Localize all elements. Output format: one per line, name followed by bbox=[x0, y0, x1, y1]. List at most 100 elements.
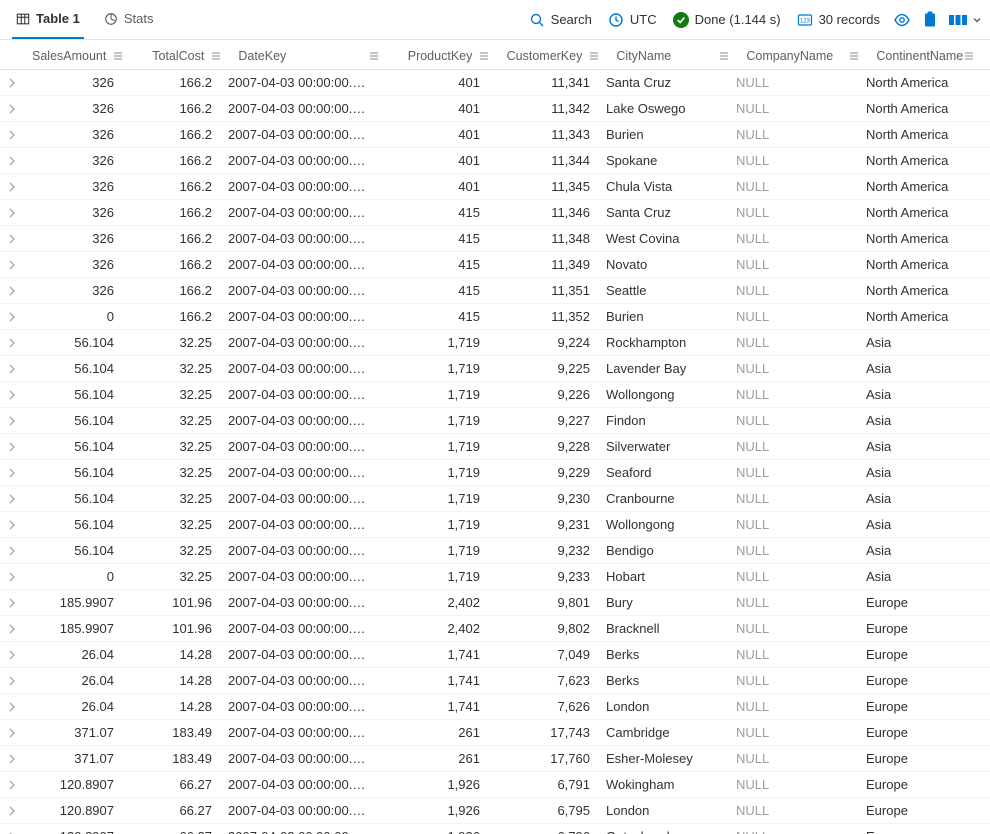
table-row[interactable]: 326166.22007-04-03 00:00:00.000041511,34… bbox=[0, 200, 990, 226]
table-row[interactable]: 326166.22007-04-03 00:00:00.000041511,34… bbox=[0, 226, 990, 252]
column-header-salesamount[interactable]: SalesAmount bbox=[24, 46, 132, 69]
expand-row-button[interactable] bbox=[0, 468, 24, 478]
table-row[interactable]: 56.10432.252007-04-03 00:00:00.00001,719… bbox=[0, 512, 990, 538]
expand-row-button[interactable] bbox=[0, 702, 24, 712]
expand-row-button[interactable] bbox=[0, 572, 24, 582]
table-row[interactable]: 26.0414.282007-04-03 00:00:00.00001,7417… bbox=[0, 668, 990, 694]
cell-productkey: 261 bbox=[378, 751, 488, 766]
cell-totalcost: 166.2 bbox=[122, 127, 220, 142]
table-row[interactable]: 326166.22007-04-03 00:00:00.000040111,34… bbox=[0, 148, 990, 174]
column-menu-icon[interactable] bbox=[848, 50, 860, 62]
expand-row-button[interactable] bbox=[0, 104, 24, 114]
utc-button[interactable]: UTC bbox=[600, 8, 665, 32]
expand-row-button[interactable] bbox=[0, 676, 24, 686]
expand-row-button[interactable] bbox=[0, 130, 24, 140]
expand-row-button[interactable] bbox=[0, 754, 24, 764]
column-header-datekey[interactable]: DateKey bbox=[230, 46, 388, 69]
column-header-companyname[interactable]: CompanyName bbox=[738, 46, 868, 69]
table-row[interactable]: 371.07183.492007-04-03 00:00:00.00002611… bbox=[0, 720, 990, 746]
cell-continentname: North America bbox=[858, 153, 968, 168]
tab-table1[interactable]: Table 1 bbox=[12, 0, 84, 39]
table-row[interactable]: 120.890766.272007-04-03 00:00:00.00001,9… bbox=[0, 798, 990, 824]
color-columns-button[interactable] bbox=[944, 6, 972, 34]
expand-row-button[interactable] bbox=[0, 286, 24, 296]
table-row[interactable]: 56.10432.252007-04-03 00:00:00.00001,719… bbox=[0, 538, 990, 564]
cell-productkey: 1,719 bbox=[378, 569, 488, 584]
table-row[interactable]: 56.10432.252007-04-03 00:00:00.00001,719… bbox=[0, 356, 990, 382]
cell-datekey: 2007-04-03 00:00:00.0000 bbox=[220, 309, 378, 324]
table-row[interactable]: 26.0414.282007-04-03 00:00:00.00001,7417… bbox=[0, 694, 990, 720]
table-row[interactable]: 120.890766.272007-04-03 00:00:00.00001,9… bbox=[0, 772, 990, 798]
search-button[interactable]: Search bbox=[521, 8, 600, 32]
tab-label: Stats bbox=[124, 11, 154, 26]
table-row[interactable]: 56.10432.252007-04-03 00:00:00.00001,719… bbox=[0, 382, 990, 408]
table-row[interactable]: 326166.22007-04-03 00:00:00.000040111,34… bbox=[0, 174, 990, 200]
column-header-cityname[interactable]: CityName bbox=[608, 46, 738, 69]
table-row[interactable]: 56.10432.252007-04-03 00:00:00.00001,719… bbox=[0, 460, 990, 486]
column-menu-icon[interactable] bbox=[718, 50, 730, 62]
table-row[interactable]: 56.10432.252007-04-03 00:00:00.00001,719… bbox=[0, 408, 990, 434]
expand-row-button[interactable] bbox=[0, 182, 24, 192]
cell-customerkey: 11,342 bbox=[488, 101, 598, 116]
expand-row-button[interactable] bbox=[0, 234, 24, 244]
expand-row-button[interactable] bbox=[0, 546, 24, 556]
cell-companyname: NULL bbox=[728, 569, 858, 584]
cell-companyname: NULL bbox=[728, 621, 858, 636]
hide-empty-button[interactable] bbox=[888, 6, 916, 34]
expand-row-button[interactable] bbox=[0, 624, 24, 634]
table-row[interactable]: 56.10432.252007-04-03 00:00:00.00001,719… bbox=[0, 486, 990, 512]
clipboard-button[interactable] bbox=[916, 6, 944, 34]
expand-row-button[interactable] bbox=[0, 780, 24, 790]
records-button[interactable]: 123 30 records bbox=[789, 8, 888, 32]
expand-row-button[interactable] bbox=[0, 416, 24, 426]
table-row[interactable]: 032.252007-04-03 00:00:00.00001,7199,233… bbox=[0, 564, 990, 590]
expand-row-button[interactable] bbox=[0, 442, 24, 452]
column-header-customerkey[interactable]: CustomerKey bbox=[498, 46, 608, 69]
table-row[interactable]: 326166.22007-04-03 00:00:00.000040111,34… bbox=[0, 96, 990, 122]
expand-row-button[interactable] bbox=[0, 208, 24, 218]
column-menu-icon[interactable] bbox=[112, 50, 124, 62]
cell-cityname: West Covina bbox=[598, 231, 728, 246]
expand-row-button[interactable] bbox=[0, 520, 24, 530]
table-row[interactable]: 326166.22007-04-03 00:00:00.000041511,34… bbox=[0, 252, 990, 278]
expand-row-button[interactable] bbox=[0, 806, 24, 816]
expand-row-button[interactable] bbox=[0, 156, 24, 166]
table-row[interactable]: 185.9907101.962007-04-03 00:00:00.00002,… bbox=[0, 616, 990, 642]
table-row[interactable]: 326166.22007-04-03 00:00:00.000040111,34… bbox=[0, 70, 990, 96]
table-row[interactable]: 0166.22007-04-03 00:00:00.000041511,352B… bbox=[0, 304, 990, 330]
expand-row-button[interactable] bbox=[0, 260, 24, 270]
expand-row-button[interactable] bbox=[0, 364, 24, 374]
cell-salesamount: 326 bbox=[24, 179, 122, 194]
column-menu-icon[interactable] bbox=[210, 50, 222, 62]
expand-row-button[interactable] bbox=[0, 312, 24, 322]
table-row[interactable]: 326166.22007-04-03 00:00:00.000040111,34… bbox=[0, 122, 990, 148]
cell-totalcost: 183.49 bbox=[122, 751, 220, 766]
table-row[interactable]: 371.07183.492007-04-03 00:00:00.00002611… bbox=[0, 746, 990, 772]
table-row[interactable]: 120.890766.272007-04-03 00:00:00.00001,9… bbox=[0, 824, 990, 834]
table-row[interactable]: 26.0414.282007-04-03 00:00:00.00001,7417… bbox=[0, 642, 990, 668]
cell-salesamount: 26.04 bbox=[24, 647, 122, 662]
chevron-down-icon[interactable] bbox=[972, 15, 982, 25]
column-menu-icon[interactable] bbox=[368, 50, 380, 62]
column-header-continentname[interactable]: ContinentName bbox=[868, 46, 983, 69]
column-header-productkey[interactable]: ProductKey bbox=[388, 46, 498, 69]
expand-row-button[interactable] bbox=[0, 598, 24, 608]
column-menu-icon[interactable] bbox=[963, 50, 975, 62]
column-header-totalcost[interactable]: TotalCost bbox=[132, 46, 230, 69]
cell-customerkey: 7,049 bbox=[488, 647, 598, 662]
expand-row-button[interactable] bbox=[0, 78, 24, 88]
table-row[interactable]: 185.9907101.962007-04-03 00:00:00.00002,… bbox=[0, 590, 990, 616]
cell-datekey: 2007-04-03 00:00:00.0000 bbox=[220, 829, 378, 834]
expand-row-button[interactable] bbox=[0, 494, 24, 504]
column-menu-icon[interactable] bbox=[588, 50, 600, 62]
table-row[interactable]: 326166.22007-04-03 00:00:00.000041511,35… bbox=[0, 278, 990, 304]
expand-row-button[interactable] bbox=[0, 390, 24, 400]
expand-row-button[interactable] bbox=[0, 650, 24, 660]
expand-row-button[interactable] bbox=[0, 728, 24, 738]
table-row[interactable]: 56.10432.252007-04-03 00:00:00.00001,719… bbox=[0, 330, 990, 356]
column-menu-icon[interactable] bbox=[478, 50, 490, 62]
table-row[interactable]: 56.10432.252007-04-03 00:00:00.00001,719… bbox=[0, 434, 990, 460]
cell-productkey: 1,719 bbox=[378, 439, 488, 454]
tab-stats[interactable]: Stats bbox=[100, 0, 158, 39]
expand-row-button[interactable] bbox=[0, 338, 24, 348]
